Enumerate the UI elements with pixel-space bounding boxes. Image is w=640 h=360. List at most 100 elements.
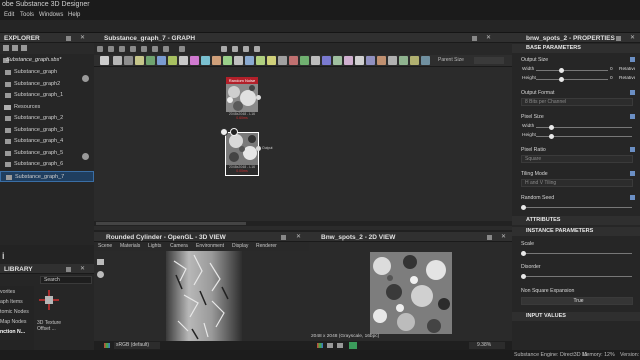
category-item[interactable]: tomic Nodes — [0, 309, 29, 315]
tool-icon[interactable] — [221, 46, 227, 52]
node-icon[interactable] — [135, 56, 144, 65]
node-icon[interactable] — [278, 56, 287, 65]
category-item[interactable]: vorites — [0, 289, 15, 295]
tool-icon[interactable] — [179, 46, 185, 52]
pin-icon[interactable] — [66, 36, 71, 41]
node-icon[interactable] — [190, 56, 199, 65]
channel-icon[interactable] — [337, 343, 343, 348]
relative-dropdown[interactable]: Relative to parent — [619, 67, 635, 72]
node-icon[interactable] — [410, 56, 419, 65]
menu-materials[interactable]: Materials — [120, 243, 140, 249]
random-seed-handle[interactable] — [521, 205, 526, 210]
link-icon[interactable] — [630, 171, 635, 176]
pixel-width-handle[interactable] — [549, 125, 554, 130]
disorder-slider[interactable] — [524, 276, 632, 277]
info-icon[interactable]: i — [2, 251, 5, 261]
zoom-field[interactable]: 9.38% — [469, 342, 505, 349]
node-icon[interactable] — [212, 56, 221, 65]
close-icon[interactable]: ✕ — [80, 265, 85, 272]
node-icon[interactable] — [223, 56, 232, 65]
tool-icon[interactable] — [243, 46, 249, 52]
menu-scene[interactable]: Scene — [98, 243, 112, 249]
category-item[interactable]: aph Items — [0, 299, 23, 305]
colorspace-dropdown[interactable]: sRGB (default) — [114, 342, 160, 349]
3d-viewport[interactable] — [94, 251, 309, 341]
height-slider-handle[interactable] — [559, 77, 564, 82]
node-icon[interactable] — [311, 56, 320, 65]
close-icon[interactable]: ✕ — [501, 233, 506, 240]
output-socket[interactable] — [256, 146, 261, 151]
menu-display[interactable]: Display — [232, 243, 248, 249]
node-icon[interactable] — [388, 56, 397, 65]
new-icon[interactable] — [3, 45, 9, 51]
node-icon[interactable] — [201, 56, 210, 65]
library-search-input[interactable]: Search — [40, 276, 92, 284]
link-icon[interactable] — [630, 147, 635, 152]
node-icon[interactable] — [289, 56, 298, 65]
list-item[interactable]: Substance_graph_2 — [0, 113, 94, 124]
tool-icon[interactable] — [232, 46, 238, 52]
node-icon[interactable] — [355, 56, 364, 65]
category-item[interactable]: nction N... — [0, 329, 25, 335]
menu-tools[interactable]: Tools — [20, 12, 34, 18]
menu-edit[interactable]: Edit — [4, 12, 14, 18]
category-item[interactable]: Map Nodes — [0, 319, 27, 325]
list-item[interactable]: Substance_graph_5 — [0, 148, 94, 159]
node-icon[interactable] — [256, 56, 265, 65]
menu-camera[interactable]: Camera — [170, 243, 188, 249]
tiling-mode-dropdown[interactable]: H and V Tiling — [521, 179, 633, 187]
node-icon[interactable] — [179, 56, 188, 65]
disorder-handle[interactable] — [521, 274, 526, 279]
height-slider[interactable] — [536, 79, 608, 80]
node-icon[interactable] — [234, 56, 243, 65]
menu-lights[interactable]: Lights — [148, 243, 161, 249]
light-icon[interactable] — [97, 271, 104, 278]
tool-icon[interactable] — [119, 46, 125, 52]
scale-slider[interactable] — [524, 253, 632, 254]
node-icon[interactable] — [322, 56, 331, 65]
node-icon[interactable] — [366, 56, 375, 65]
close-icon[interactable]: ✕ — [630, 34, 635, 41]
node-icon[interactable] — [113, 56, 122, 65]
link-icon[interactable] — [630, 90, 635, 95]
save-icon[interactable] — [21, 45, 27, 51]
camera-icon[interactable] — [97, 259, 104, 265]
tool-icon[interactable] — [152, 46, 158, 52]
close-icon[interactable]: ✕ — [486, 34, 491, 41]
link-icon[interactable] — [630, 114, 635, 119]
view-toggle-icon[interactable] — [349, 342, 357, 349]
channel-icon[interactable] — [327, 343, 333, 348]
section-input-values[interactable]: INPUT VALUES — [512, 312, 640, 321]
pin-icon[interactable] — [616, 36, 621, 41]
link-icon[interactable] — [630, 57, 635, 62]
list-item[interactable]: Substance_graph_7 — [0, 170, 94, 182]
folder-icon[interactable] — [12, 45, 18, 51]
random-noise-node[interactable]: Random Noise 2048x2048 - L16 0.60ms — [226, 77, 261, 123]
node-icon[interactable] — [168, 56, 177, 65]
link-icon[interactable] — [630, 195, 635, 200]
list-item[interactable]: Substance_graph_6 — [0, 159, 94, 170]
output-socket[interactable] — [256, 95, 261, 100]
graph-canvas[interactable]: Random Noise 2048x2048 - L16 0.60ms 2048… — [94, 67, 512, 230]
pin-icon[interactable] — [472, 36, 477, 41]
info-icon[interactable] — [82, 75, 89, 82]
list-item[interactable]: Substance_graph — [0, 67, 94, 78]
close-icon[interactable]: ✕ — [296, 233, 301, 240]
list-item[interactable]: Substance_graph2 — [0, 79, 94, 90]
width-slider-handle[interactable] — [559, 68, 564, 73]
menu-environment[interactable]: Environment — [196, 243, 224, 249]
list-item[interactable]: Substance_graph_4 — [0, 136, 94, 147]
menu-renderer[interactable]: Renderer — [256, 243, 277, 249]
pixel-height-handle[interactable] — [549, 134, 554, 139]
list-item[interactable]: Substance_graph_1 — [0, 90, 94, 101]
list-item[interactable]: Resources — [0, 102, 94, 113]
relative-dropdown[interactable]: Relative to parent — [619, 76, 635, 81]
scale-handle[interactable] — [521, 251, 526, 256]
tool-icon[interactable] — [130, 46, 136, 52]
node-badge-icon[interactable] — [230, 128, 238, 136]
node-icon[interactable] — [146, 56, 155, 65]
non-square-toggle[interactable]: True — [521, 297, 633, 305]
node-icon[interactable] — [344, 56, 353, 65]
node-icon[interactable] — [157, 56, 166, 65]
package-row[interactable]: Substance_graph.sbs* — [0, 55, 94, 66]
